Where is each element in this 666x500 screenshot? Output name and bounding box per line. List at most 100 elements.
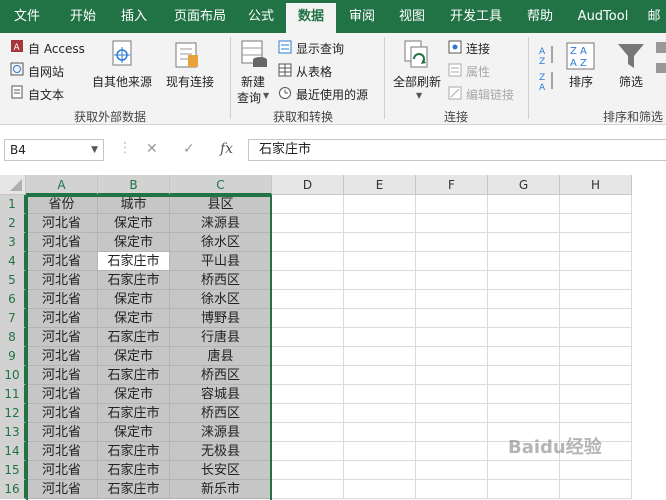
cell[interactable]: 河北省	[26, 385, 98, 404]
insert-function-icon[interactable]: fx	[220, 141, 233, 157]
properties-button[interactable]: 属性	[466, 63, 490, 80]
row-header[interactable]: 4	[0, 252, 26, 271]
cell[interactable]	[416, 423, 488, 442]
cell[interactable]: 河北省	[26, 423, 98, 442]
cell[interactable]: 涞源县	[170, 214, 272, 233]
cell[interactable]	[416, 461, 488, 480]
cell[interactable]: 徐水区	[170, 233, 272, 252]
cell[interactable]: 河北省	[26, 347, 98, 366]
tab-file[interactable]: 文件	[0, 0, 54, 33]
cell[interactable]	[560, 328, 632, 347]
sort-button[interactable]: 排序	[569, 73, 593, 90]
new-query-label-1[interactable]: 新建	[241, 73, 265, 90]
name-box[interactable]: B4 ▼	[4, 139, 104, 161]
cell[interactable]	[416, 252, 488, 271]
cell[interactable]	[560, 214, 632, 233]
cell[interactable]	[416, 404, 488, 423]
cell[interactable]: 涞源县	[170, 423, 272, 442]
cell[interactable]	[488, 195, 560, 214]
cell[interactable]	[560, 271, 632, 290]
cell[interactable]	[416, 271, 488, 290]
cell[interactable]	[344, 252, 416, 271]
cell[interactable]	[344, 404, 416, 423]
tab-review[interactable]: 审阅	[338, 0, 386, 33]
cell[interactable]: 河北省	[26, 480, 98, 499]
cell[interactable]	[272, 480, 344, 499]
cell[interactable]: 保定市	[98, 290, 170, 309]
row-header[interactable]: 10	[0, 366, 26, 385]
edit-links-button[interactable]: 编辑链接	[466, 86, 514, 103]
cell[interactable]	[488, 233, 560, 252]
column-header-e[interactable]: E	[344, 175, 416, 195]
cell[interactable]: 桥西区	[170, 404, 272, 423]
cell[interactable]: 无极县	[170, 442, 272, 461]
cell[interactable]	[272, 195, 344, 214]
cell[interactable]	[272, 290, 344, 309]
cell[interactable]: 省份	[26, 195, 98, 214]
cell[interactable]	[272, 423, 344, 442]
cell[interactable]	[416, 214, 488, 233]
cell[interactable]: 河北省	[26, 404, 98, 423]
row-header[interactable]: 15	[0, 461, 26, 480]
from-web-button[interactable]: 自网站	[28, 63, 64, 80]
cell[interactable]: 保定市	[98, 423, 170, 442]
cell[interactable]: 河北省	[26, 290, 98, 309]
cell[interactable]	[416, 347, 488, 366]
cell[interactable]	[344, 233, 416, 252]
from-access-button[interactable]: 自 Access	[28, 40, 85, 57]
row-header[interactable]: 5	[0, 271, 26, 290]
refresh-all-button[interactable]: 全部刷新	[393, 73, 441, 90]
cell[interactable]	[488, 461, 560, 480]
cell[interactable]	[272, 214, 344, 233]
cell[interactable]	[488, 309, 560, 328]
cell[interactable]: 县区	[170, 195, 272, 214]
cell[interactable]	[560, 385, 632, 404]
cell[interactable]	[560, 480, 632, 499]
cell[interactable]: 石家庄市	[98, 461, 170, 480]
other-sources-button[interactable]: 自其他来源	[92, 73, 152, 90]
cell[interactable]	[272, 366, 344, 385]
column-header-b[interactable]: B	[98, 175, 170, 195]
filter-button[interactable]: 筛选	[619, 73, 643, 90]
cell[interactable]: 石家庄市	[98, 480, 170, 499]
tab-insert[interactable]: 插入	[110, 0, 158, 33]
cell[interactable]	[488, 480, 560, 499]
cell[interactable]	[488, 328, 560, 347]
cell[interactable]	[272, 404, 344, 423]
row-header[interactable]: 14	[0, 442, 26, 461]
cell[interactable]	[344, 347, 416, 366]
cell[interactable]	[488, 290, 560, 309]
cell[interactable]	[416, 480, 488, 499]
active-cell[interactable]: 石家庄市	[98, 252, 170, 271]
cell[interactable]	[488, 404, 560, 423]
tab-help[interactable]: 帮助	[516, 0, 564, 33]
cell[interactable]	[416, 309, 488, 328]
cell[interactable]	[560, 233, 632, 252]
chevron-down-icon[interactable]: ▼	[91, 140, 98, 160]
cell[interactable]	[560, 309, 632, 328]
tab-mail[interactable]: 邮	[642, 0, 666, 33]
tab-page-layout[interactable]: 页面布局	[162, 0, 238, 33]
row-header[interactable]: 2	[0, 214, 26, 233]
cell[interactable]	[272, 461, 344, 480]
cell[interactable]: 石家庄市	[98, 404, 170, 423]
cell[interactable]: 唐县	[170, 347, 272, 366]
row-header[interactable]: 6	[0, 290, 26, 309]
cell[interactable]	[560, 461, 632, 480]
cell[interactable]	[272, 385, 344, 404]
cell[interactable]	[488, 366, 560, 385]
row-header[interactable]: 3	[0, 233, 26, 252]
cell[interactable]	[416, 366, 488, 385]
column-header-d[interactable]: D	[272, 175, 344, 195]
row-header[interactable]: 9	[0, 347, 26, 366]
row-header[interactable]: 13	[0, 423, 26, 442]
cell[interactable]: 新乐市	[170, 480, 272, 499]
cell[interactable]: 桥西区	[170, 366, 272, 385]
cell[interactable]: 博野县	[170, 309, 272, 328]
cell[interactable]	[344, 480, 416, 499]
cell[interactable]: 保定市	[98, 309, 170, 328]
cell[interactable]	[272, 252, 344, 271]
cell[interactable]	[272, 328, 344, 347]
cell[interactable]	[488, 385, 560, 404]
row-header[interactable]: 16	[0, 480, 26, 499]
